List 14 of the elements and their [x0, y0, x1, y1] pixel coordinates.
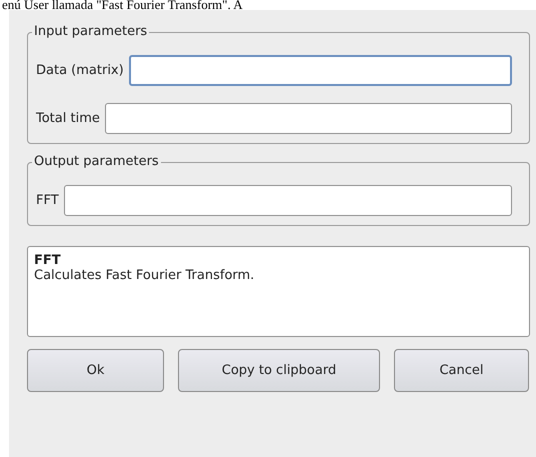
group-title: Output parameters — [32, 154, 161, 170]
field-label: Data (matrix) — [36, 63, 124, 78]
caption-text: enú User llamada "Fast Fourier Transform". A — [1, 0, 244, 10]
input-field[interactable] — [128, 55, 512, 86]
group-title: Input parameters — [32, 24, 150, 40]
dialog-button[interactable]: Copy to clipboard — [178, 349, 380, 392]
input-field[interactable] — [64, 185, 512, 216]
field-label: FFT — [36, 193, 59, 208]
description-title: FFT — [34, 253, 62, 268]
description-text: Calculates Fast Fourier Transform. — [34, 268, 256, 283]
dialog-button[interactable]: Cancel — [394, 349, 529, 392]
field-label: Total time — [36, 111, 100, 126]
dialog-button[interactable]: Ok — [27, 349, 164, 392]
input-field[interactable] — [104, 103, 512, 134]
